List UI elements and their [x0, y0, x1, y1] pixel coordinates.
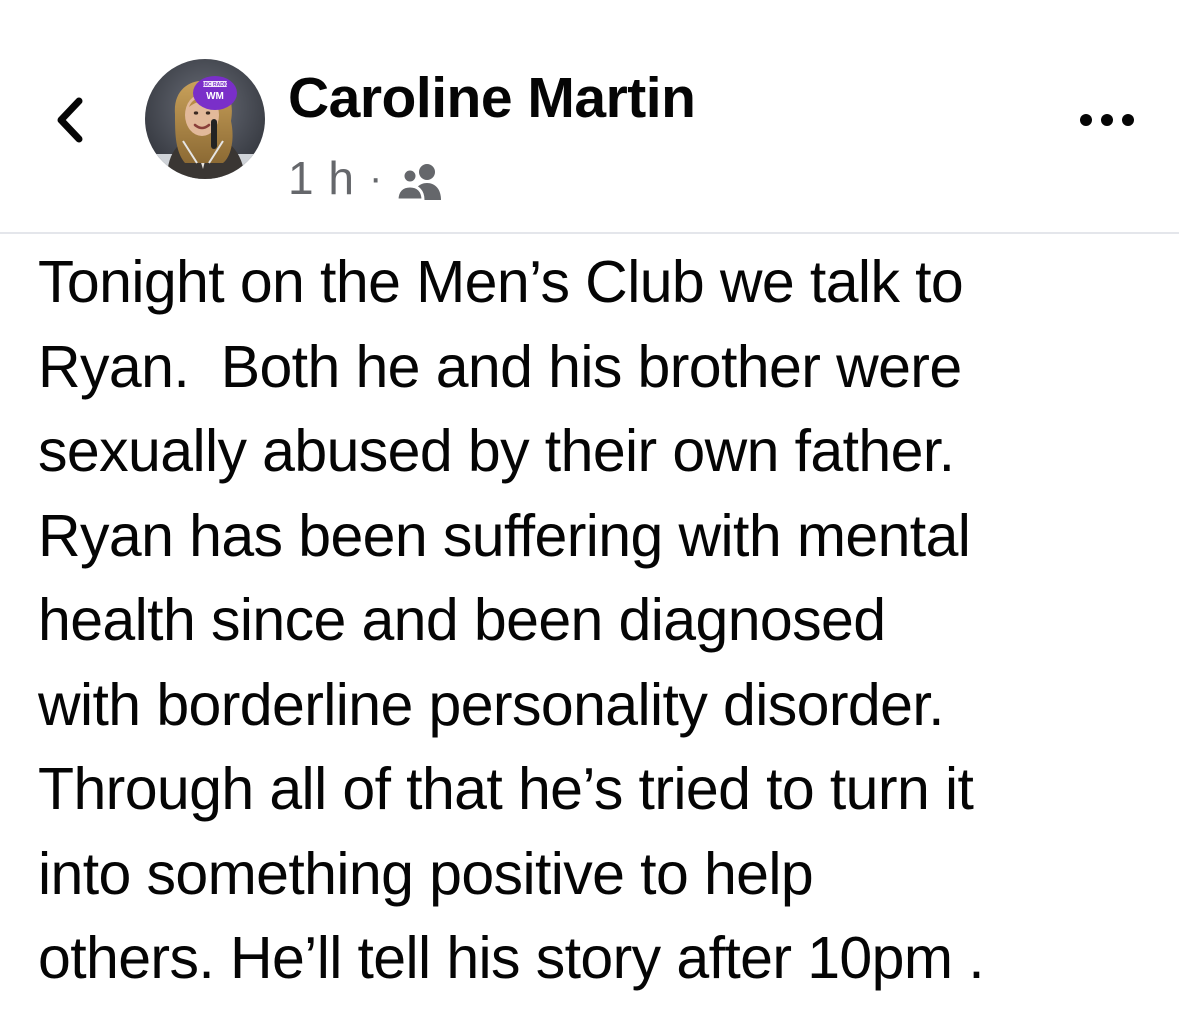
post-timestamp[interactable]: 1 h: [288, 150, 355, 206]
more-horizontal-icon: [1080, 114, 1134, 126]
avatar[interactable]: BBC RADIO WM: [145, 59, 265, 179]
post-meta: 1 h ·: [288, 148, 450, 208]
avatar-badge-text: WM: [206, 91, 224, 102]
avatar-badge-small: BBC RADIO: [201, 82, 229, 88]
avatar-photo: BBC RADIO WM: [145, 59, 265, 179]
back-button[interactable]: [40, 85, 100, 155]
meta-separator: ·: [368, 156, 383, 200]
header-divider: [0, 232, 1179, 234]
post-header: BBC RADIO WM Caroline Martin 1 h ·: [0, 0, 1179, 232]
more-options-button[interactable]: [1072, 100, 1142, 140]
friends-icon[interactable]: [394, 158, 450, 202]
author-name[interactable]: Caroline Martin: [288, 64, 696, 132]
chevron-left-icon: [57, 97, 83, 143]
post-body-text: Tonight on the Men’s Club we talk to Rya…: [38, 249, 985, 991]
